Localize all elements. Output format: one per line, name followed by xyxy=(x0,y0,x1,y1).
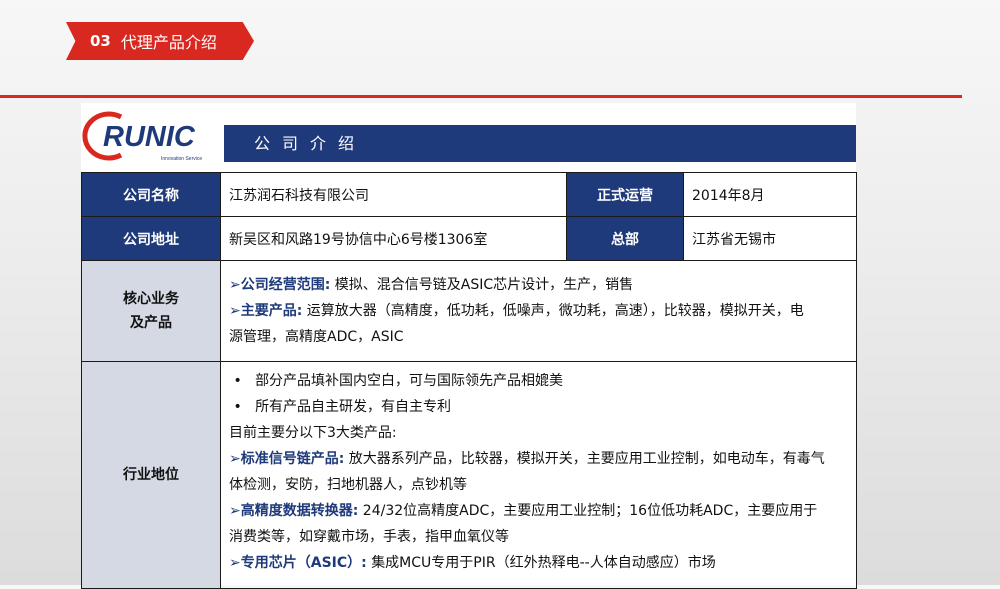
bullet-2: 所有产品自主研发，有自主专利 xyxy=(255,399,452,415)
cat1-label: 标准信号链产品: xyxy=(240,451,345,467)
core-business-content: ➢公司经营范围: 模拟、混合信号链及ASIC芯片设计，生产，销售 ➢主要产品: … xyxy=(220,260,857,362)
scope-label: 公司经营范围: xyxy=(240,277,331,293)
company-address-label: 公司地址 xyxy=(81,216,221,261)
cat3-label: 专用芯片（ASIC）: xyxy=(240,555,367,571)
company-address-value: 新吴区和风路19号协信中心6号楼1306室 xyxy=(220,216,567,261)
header-divider xyxy=(0,95,962,98)
hq-value: 江苏省无锡市 xyxy=(683,216,857,261)
logo-wordmark: RUNIC xyxy=(103,121,196,153)
runic-logo: RUNIC Innovation Service xyxy=(81,103,224,163)
cat1-text: 放大器系列产品，比较器，模拟开关，主要应用工业控制，如电动车，有毒气 xyxy=(348,451,825,467)
scope-text: 模拟、混合信号链及ASIC芯片设计，生产，销售 xyxy=(334,277,634,293)
products-text-cont: 源管理，高精度ADC，ASIC xyxy=(229,329,404,345)
industry-position-content: • 部分产品填补国内空白，可与国际领先产品相媲美 • 所有产品自主研发，有自主专… xyxy=(220,361,857,589)
cat2-text-cont: 消费类等，如穿戴市场，手表，指甲血氧仪等 xyxy=(229,529,509,545)
company-info-table: 公司名称 江苏润石科技有限公司 正式运营 2014年8月 公司地址 新吴区和风路… xyxy=(81,172,857,589)
hq-label: 总部 xyxy=(566,216,684,261)
section-ribbon: 03 代理产品介绍 xyxy=(66,22,254,60)
section-number: 03 xyxy=(90,32,111,50)
table-row: 公司名称 江苏润石科技有限公司 正式运营 2014年8月 xyxy=(81,172,857,217)
cat3-text: 集成MCU专用于PIR（红外热释电--人体自动感应）市场 xyxy=(371,555,716,571)
cat1-text-cont: 体检测，安防，扫地机器人，点钞机等 xyxy=(229,477,467,493)
industry-position-label: 行业地位 xyxy=(81,361,221,589)
company-intro-band: 公司介绍 xyxy=(224,125,856,162)
logo-tagline: Innovation Service xyxy=(161,156,202,162)
table-row: 公司地址 新吴区和风路19号协信中心6号楼1306室 总部 江苏省无锡市 xyxy=(81,216,857,261)
bullet-1: 部分产品填补国内空白，可与国际领先产品相媲美 xyxy=(255,373,564,389)
cat2-label: 高精度数据转换器: xyxy=(240,503,359,519)
table-row: 行业地位 • 部分产品填补国内空白，可与国际领先产品相媲美 • 所有产品自主研发… xyxy=(81,361,857,589)
core-business-label: 核心业务 及产品 xyxy=(81,260,221,362)
table-row: 核心业务 及产品 ➢公司经营范围: 模拟、混合信号链及ASIC芯片设计，生产，销… xyxy=(81,260,857,362)
company-name-value: 江苏润石科技有限公司 xyxy=(220,172,567,217)
start-date-value: 2014年8月 xyxy=(683,172,857,217)
products-text: 运算放大器（高精度，低功耗，低噪声，微功耗，高速），比较器，模拟开关，电 xyxy=(306,303,804,319)
section-title: 代理产品介绍 xyxy=(120,33,217,52)
company-name-label: 公司名称 xyxy=(81,172,221,217)
products-label: 主要产品: xyxy=(240,303,303,319)
cat2-text: 24/32位高精度ADC，主要应用工业控制；16位低功耗ADC，主要应用于 xyxy=(362,503,818,519)
product-intro: 目前主要分以下3大类产品: xyxy=(229,425,397,441)
start-date-label: 正式运营 xyxy=(566,172,684,217)
company-panel: RUNIC Innovation Service 公司介绍 公司名称 江苏润石科… xyxy=(81,103,857,589)
